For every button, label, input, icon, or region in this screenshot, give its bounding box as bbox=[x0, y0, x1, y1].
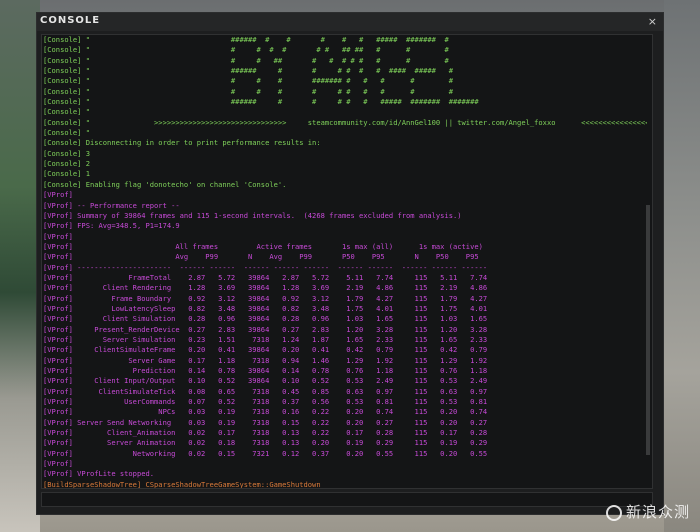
console-line: [Console] " ###### # # # # # ##### #####… bbox=[43, 35, 449, 44]
console-line: [Console] " ###### # # # # # ##### #####… bbox=[43, 97, 479, 107]
console-line: [VProf] Server Send Networking 0.03 0.19… bbox=[43, 417, 488, 427]
console-line: [Console] 1 bbox=[43, 169, 90, 179]
console-line: [VProf] Present_RenderDevice 0.27 2.83 3… bbox=[43, 324, 488, 334]
console-line: [VProf] Networking 0.02 0.15 7321 0.12 0… bbox=[43, 448, 488, 458]
console-line: [VProf] NPCs 0.03 0.19 7318 0.16 0.22 0.… bbox=[43, 407, 488, 417]
console-line: [VProf] Server Game 0.17 1.18 7318 0.94 … bbox=[43, 355, 488, 365]
console-window: CONSOLE × [Console] " ###### # # # # # #… bbox=[36, 12, 664, 515]
console-lines: [Console] " ###### # # # # # ##### #####… bbox=[43, 35, 647, 489]
console-line: [VProf] Client Rendering 1.28 3.69 39864… bbox=[43, 283, 488, 293]
console-line: [Console] " # # ## # # # # # # # # bbox=[43, 55, 449, 65]
console-line: [Console] Disconnecting in order to prin… bbox=[43, 138, 321, 148]
console-line: [VProf] Server Animation 0.02 0.18 7318 … bbox=[43, 438, 488, 448]
console-line: [VProf] LowLatencySleep 0.82 3.48 39864 … bbox=[43, 303, 488, 313]
console-line: [VProf] bbox=[43, 190, 73, 200]
console-line: [VProf] Prediction 0.14 0.78 39864 0.14 … bbox=[43, 366, 488, 375]
watermark-text: 新浪众测 bbox=[625, 503, 690, 521]
console-line: [VProf] All frames Active frames 1s max … bbox=[43, 241, 483, 251]
console-line: [VProf] ClientSimulateFrame 0.20 0.41 39… bbox=[43, 345, 488, 355]
console-line: [Console] " # # # # # # # # # # bbox=[43, 86, 453, 96]
title-bar[interactable]: CONSOLE × bbox=[37, 13, 663, 31]
watermark: 新浪众测 bbox=[605, 501, 690, 522]
console-line: [Console] " # # # # # # ## ## # # # bbox=[43, 45, 449, 55]
console-line: [VProf] VProfLite stopped. bbox=[43, 469, 155, 479]
console-line: [Console] Enabling flag 'donotecho' on c… bbox=[43, 179, 287, 189]
window-title: CONSOLE bbox=[40, 15, 101, 26]
console-line: [VProf] FrameTotal 2.87 5.72 39864 2.87 … bbox=[43, 272, 488, 282]
console-line: [Console] " bbox=[43, 107, 90, 117]
console-line: [VProf] UserCommands 0.07 0.52 7318 0.37… bbox=[43, 397, 488, 407]
console-line: [VProf] bbox=[43, 459, 73, 469]
scrollbar[interactable] bbox=[646, 205, 650, 455]
console-line: [VProf] Summary of 39864 frames and 115 … bbox=[43, 210, 462, 220]
console-line: [VProf] -- Performance report -- bbox=[43, 200, 180, 210]
console-output[interactable]: [Console] " ###### # # # # # ##### #####… bbox=[41, 34, 653, 489]
console-line: [Console] " ###### # # # # # # #### ####… bbox=[43, 66, 453, 76]
console-line: [BuildSparseShadowTree] CSparseShadowTre… bbox=[43, 479, 321, 489]
console-line: [VProf] Avg P99 N Avg P99 P50 P95 N P50 … bbox=[43, 252, 479, 262]
console-input[interactable] bbox=[41, 492, 653, 507]
close-icon[interactable]: × bbox=[648, 15, 657, 28]
console-line: [VProf] bbox=[43, 231, 73, 241]
console-line: [Console] " >>>>>>>>>>>>>>>>>>>>>>>>>>>>… bbox=[43, 117, 647, 127]
background-left bbox=[0, 0, 40, 532]
console-line: [VProf] FPS: Avg=348.5, P1=174.9 bbox=[43, 221, 180, 231]
console-line: [VProf] Frame Boundary 0.92 3.12 39864 0… bbox=[43, 293, 488, 303]
console-line: [VProf] ClientSimulateTick 0.08 0.65 731… bbox=[43, 386, 488, 396]
background-right bbox=[664, 0, 700, 532]
console-line: [VProf] Client Simulation 0.28 0.96 3986… bbox=[43, 314, 488, 324]
console-line: [VProf] Client_Animation 0.02 0.17 7318 … bbox=[43, 428, 488, 438]
watermark-logo-icon bbox=[605, 504, 622, 521]
console-line: [Console] " # # # ####### # # # # # bbox=[43, 76, 453, 86]
console-line: [Console] " bbox=[43, 128, 90, 138]
console-line: [Console] 3 bbox=[43, 148, 90, 158]
console-line: [VProf] Server Simulation 0.23 1.51 7318… bbox=[43, 334, 488, 344]
console-line: [VProf] ---------------------- ------ --… bbox=[43, 262, 488, 272]
console-line: [VProf] Client Input/Output 0.10 0.52 39… bbox=[43, 376, 488, 386]
console-line: [Console] 2 bbox=[43, 159, 90, 169]
